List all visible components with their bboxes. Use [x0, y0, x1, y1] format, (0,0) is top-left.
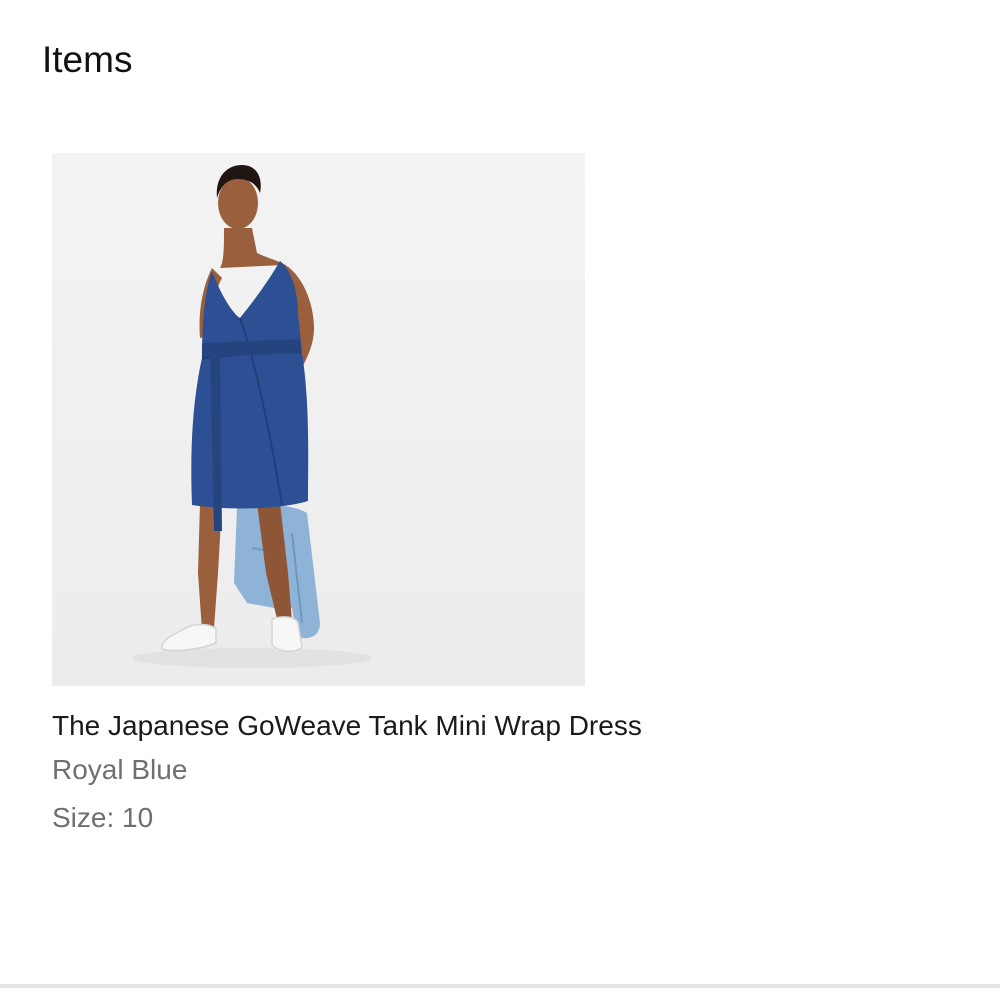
- product-image[interactable]: [52, 153, 585, 686]
- section-title: Items: [42, 39, 133, 80]
- product-size: Size: 10: [52, 802, 154, 833]
- bottom-divider: [0, 984, 1000, 988]
- neck: [220, 228, 284, 268]
- dress: [191, 261, 309, 509]
- right-shoe: [271, 616, 303, 652]
- product-color: Royal Blue: [52, 754, 188, 785]
- product-photo-illustration: [132, 165, 372, 668]
- order-items-page: Items The Japanese GoWeave Tank Mini Wra…: [0, 0, 1000, 1000]
- product-name[interactable]: The Japanese GoWeave Tank Mini Wrap Dres…: [52, 708, 732, 744]
- item-card[interactable]: The Japanese GoWeave Tank Mini Wrap Dres…: [52, 153, 732, 836]
- left-shoe: [161, 623, 217, 652]
